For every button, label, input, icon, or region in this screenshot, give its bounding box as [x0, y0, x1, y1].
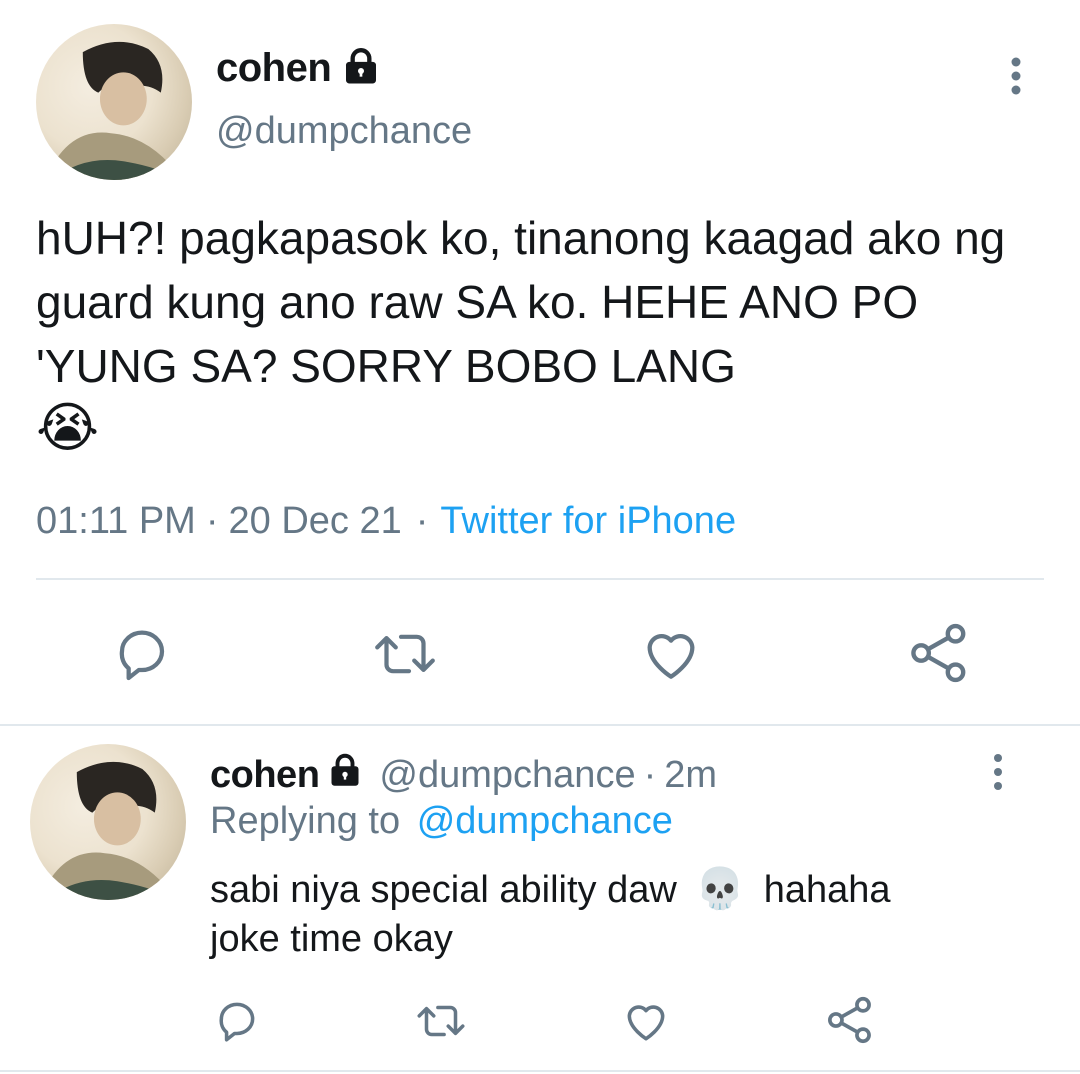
- share-icon[interactable]: [906, 620, 972, 686]
- main-tweet-time: 01:11 PM: [36, 500, 196, 542]
- reply-handle[interactable]: @dumpchance: [379, 754, 635, 797]
- main-tweet-text: hUH?! pagkapasok ko, tinanong kaagad ako…: [36, 212, 1006, 392]
- heart-icon[interactable]: [620, 996, 672, 1046]
- reply-icon[interactable]: [110, 622, 174, 686]
- reply-display-name[interactable]: cohen: [210, 754, 320, 797]
- reply-text-continued: hahaha: [763, 869, 891, 911]
- lock-icon: [341, 46, 381, 91]
- reply-text: sabi niya special ability daw: [210, 869, 677, 911]
- more-vertical-icon[interactable]: [1000, 56, 1032, 96]
- retweet-icon[interactable]: [368, 622, 442, 686]
- meta-separator: ·: [415, 500, 429, 542]
- heart-icon[interactable]: [638, 622, 704, 686]
- meta-separator: ·: [205, 500, 219, 542]
- reply-text-line2: joke time okay: [210, 918, 453, 960]
- reply-avatar[interactable]: [30, 744, 186, 900]
- avatar-image: [45, 41, 183, 180]
- replying-to-label: Replying to: [210, 800, 401, 842]
- main-display-name[interactable]: cohen: [216, 46, 332, 91]
- thread-divider: [0, 724, 1080, 726]
- avatar-image: [39, 761, 177, 900]
- share-icon[interactable]: [824, 994, 876, 1046]
- main-avatar[interactable]: [36, 24, 192, 180]
- main-tweet-source[interactable]: Twitter for iPhone: [440, 500, 736, 543]
- main-handle[interactable]: @dumpchance: [216, 110, 472, 153]
- reply-emoji: 💀: [695, 867, 746, 911]
- meta-separator: ·: [643, 753, 657, 796]
- main-tweet-emoji: 😭: [36, 398, 100, 458]
- lock-icon: [327, 752, 363, 798]
- bottom-divider: [0, 1070, 1080, 1072]
- reply-icon[interactable]: [212, 996, 262, 1046]
- more-vertical-icon[interactable]: [984, 752, 1012, 792]
- replying-to-handle[interactable]: @dumpchance: [417, 800, 673, 842]
- main-tweet-date: 20 Dec 21: [228, 500, 402, 542]
- retweet-icon[interactable]: [412, 996, 470, 1046]
- reply-age: 2m: [664, 753, 718, 796]
- main-divider: [36, 578, 1044, 580]
